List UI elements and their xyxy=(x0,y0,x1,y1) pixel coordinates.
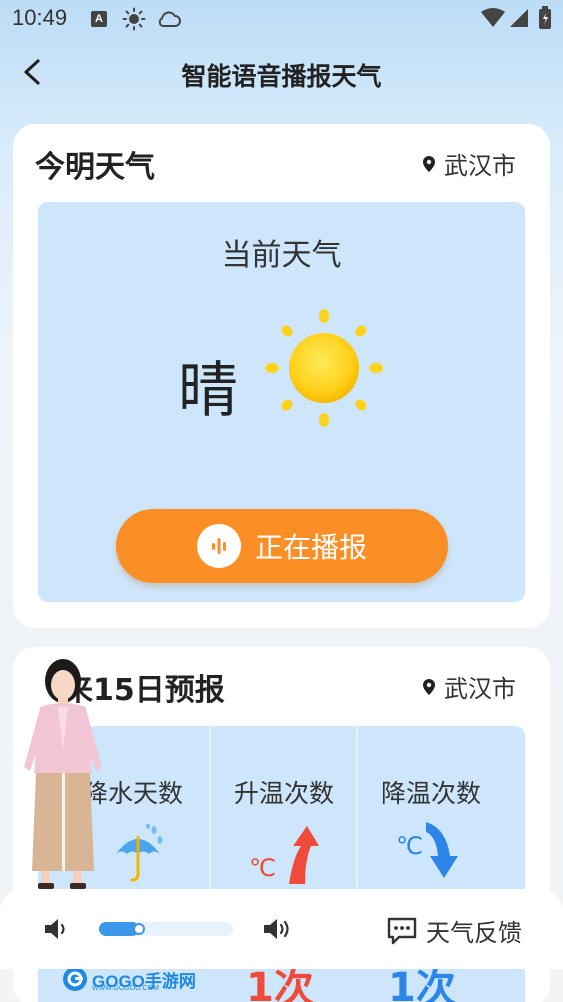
nav-bar: 智能语音播报天气 xyxy=(0,45,563,101)
watermark-logo: GOGO手游网 WWW.GOGOO.COM xyxy=(62,966,196,992)
today-weather-card: 今明天气 武汉市 当前天气 晴 正在播报 xyxy=(13,124,550,628)
volume-high-icon[interactable] xyxy=(261,917,293,941)
location-pin-icon xyxy=(423,155,435,172)
volume-low-icon[interactable] xyxy=(42,917,70,941)
status-time: 10:49 xyxy=(12,5,68,30)
cloud-status-icon xyxy=(156,7,182,35)
broadcast-button[interactable]: 正在播报 xyxy=(116,509,448,583)
battery-icon xyxy=(538,6,552,34)
location-pin-icon xyxy=(423,678,435,695)
temperature-up-icon: ℃ xyxy=(249,826,319,884)
keyboard-badge-icon: A xyxy=(91,11,107,27)
bottom-control-bar: 天气反馈 xyxy=(0,889,563,969)
signal-icon xyxy=(509,8,529,32)
page-title: 智能语音播报天气 xyxy=(181,62,382,91)
presenter-avatar xyxy=(24,659,102,889)
temp-down-label: 降温次数 xyxy=(380,779,481,808)
location-label: 武汉市 xyxy=(444,152,516,180)
voice-wave-icon xyxy=(196,524,241,568)
location-selector[interactable]: 武汉市 xyxy=(422,146,516,181)
feedback-label: 天气反馈 xyxy=(426,919,522,947)
temperature-down-icon: ℃ xyxy=(396,822,458,878)
watermark-g-icon xyxy=(63,967,87,991)
broadcast-button-label: 正在播报 xyxy=(254,531,367,564)
weather-feedback-button[interactable]: 天气反馈 xyxy=(386,913,522,948)
svg-text:℃: ℃ xyxy=(249,854,276,882)
feedback-chat-icon xyxy=(387,917,417,944)
temp-down-count: 1次 xyxy=(388,969,456,1002)
current-weather-label: 当前天气 xyxy=(221,238,342,273)
current-weather-panel: 当前天气 晴 正在播报 xyxy=(38,202,525,602)
volume-slider[interactable] xyxy=(99,922,233,936)
forecast-location-label: 武汉市 xyxy=(444,675,516,703)
status-bar: 10:49 A xyxy=(0,0,563,38)
watermark-url: WWW.GOGOO.COM xyxy=(92,985,159,992)
sun-icon xyxy=(265,309,383,427)
weather-condition: 晴 xyxy=(178,356,238,426)
volume-slider-handle[interactable] xyxy=(133,923,145,935)
umbrella-rain-icon xyxy=(116,824,163,882)
sun-status-icon xyxy=(122,7,146,35)
forecast-location-selector[interactable]: 武汉市 xyxy=(422,669,516,704)
svg-text:℃: ℃ xyxy=(396,832,423,860)
temp-up-count: 1次 xyxy=(246,969,314,1002)
wifi-icon xyxy=(480,8,506,32)
temp-up-label: 升温次数 xyxy=(233,779,334,808)
today-card-title: 今明天气 xyxy=(35,150,155,185)
